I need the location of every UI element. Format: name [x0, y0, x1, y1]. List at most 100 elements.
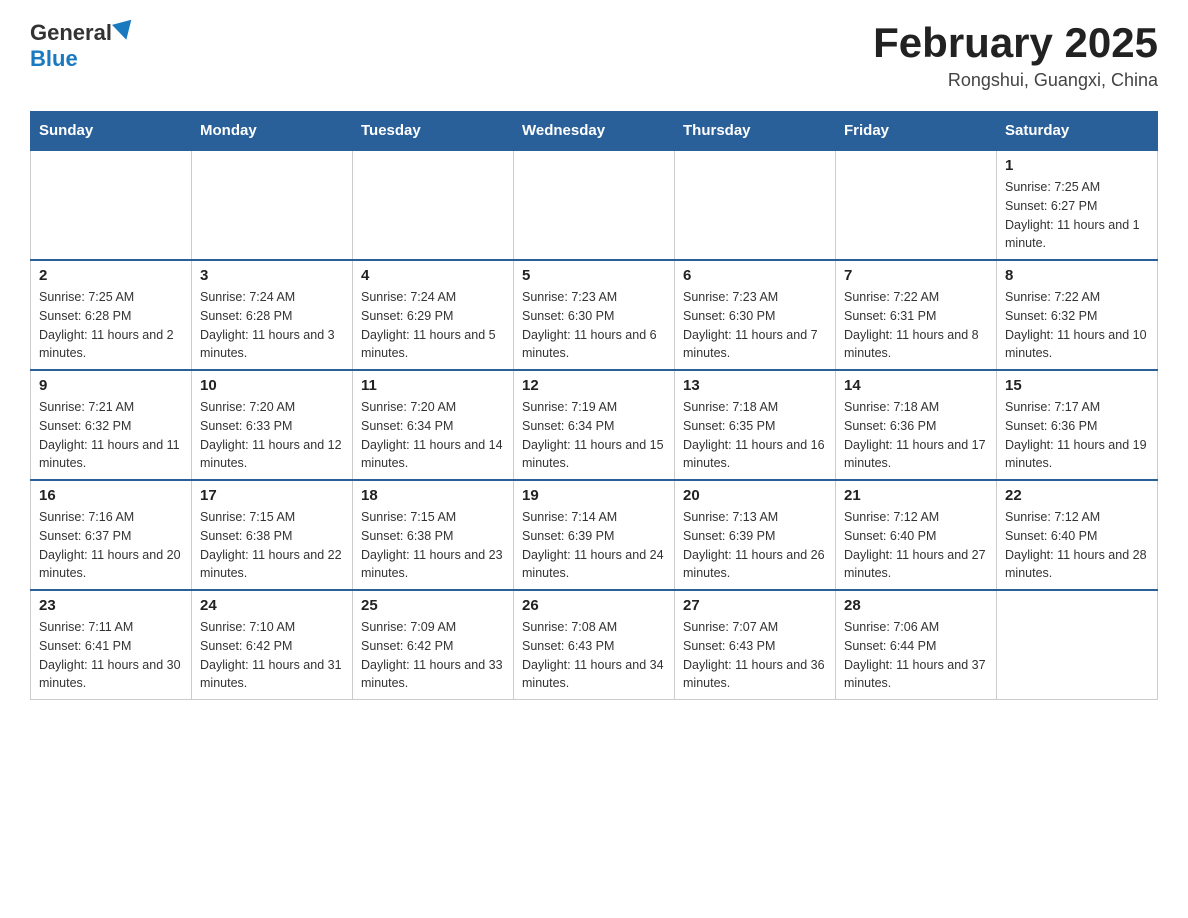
title-block: February 2025 Rongshui, Guangxi, China: [873, 20, 1158, 91]
calendar-table: SundayMondayTuesdayWednesdayThursdayFrid…: [30, 111, 1158, 700]
calendar-cell: 12 Sunrise: 7:19 AMSunset: 6:34 PMDayligh…: [514, 370, 675, 480]
day-number: 9: [39, 377, 183, 394]
day-info: Sunrise: 7:22 AMSunset: 6:32 PMDaylight:…: [1005, 288, 1149, 363]
column-header-sunday: Sunday: [31, 112, 192, 151]
calendar-cell: 28 Sunrise: 7:06 AMSunset: 6:44 PMDayligh…: [836, 590, 997, 700]
day-info: Sunrise: 7:09 AMSunset: 6:42 PMDaylight:…: [361, 618, 505, 693]
page-header: General Blue February 2025 Rongshui, Gua…: [30, 20, 1158, 91]
column-header-thursday: Thursday: [675, 112, 836, 151]
calendar-cell: [192, 150, 353, 260]
day-number: 8: [1005, 267, 1149, 284]
logo-triangle-icon: [112, 20, 136, 43]
column-header-friday: Friday: [836, 112, 997, 151]
calendar-cell: [514, 150, 675, 260]
day-number: 18: [361, 487, 505, 504]
day-info: Sunrise: 7:20 AMSunset: 6:33 PMDaylight:…: [200, 398, 344, 473]
day-info: Sunrise: 7:18 AMSunset: 6:36 PMDaylight:…: [844, 398, 988, 473]
day-number: 24: [200, 597, 344, 614]
calendar-cell: 9 Sunrise: 7:21 AMSunset: 6:32 PMDaylight…: [31, 370, 192, 480]
week-row-4: 16 Sunrise: 7:16 AMSunset: 6:37 PMDayligh…: [31, 480, 1158, 590]
week-row-2: 2Sunrise: 7:25 AMSunset: 6:28 PMDaylight…: [31, 260, 1158, 370]
calendar-cell: [675, 150, 836, 260]
day-number: 6: [683, 267, 827, 284]
calendar-cell: 17 Sunrise: 7:15 AMSunset: 6:38 PMDayligh…: [192, 480, 353, 590]
day-info: Sunrise: 7:14 AMSunset: 6:39 PMDaylight:…: [522, 508, 666, 583]
calendar-cell: 3 Sunrise: 7:24 AMSunset: 6:28 PMDaylight…: [192, 260, 353, 370]
day-number: 27: [683, 597, 827, 614]
logo-blue-text: Blue: [30, 46, 78, 71]
day-info: Sunrise: 7:25 AMSunset: 6:27 PMDaylight:…: [1005, 178, 1149, 253]
calendar-cell: 27 Sunrise: 7:07 AMSunset: 6:43 PMDayligh…: [675, 590, 836, 700]
day-number: 22: [1005, 487, 1149, 504]
column-header-saturday: Saturday: [997, 112, 1158, 151]
week-row-1: 1 Sunrise: 7:25 AMSunset: 6:27 PMDaylight…: [31, 150, 1158, 260]
day-number: 12: [522, 377, 666, 394]
day-info: Sunrise: 7:21 AMSunset: 6:32 PMDaylight:…: [39, 398, 183, 473]
calendar-cell: 24 Sunrise: 7:10 AMSunset: 6:42 PMDayligh…: [192, 590, 353, 700]
logo: General Blue: [30, 20, 134, 72]
day-info: Sunrise: 7:13 AMSunset: 6:39 PMDaylight:…: [683, 508, 827, 583]
day-info: Sunrise: 7:12 AMSunset: 6:40 PMDaylight:…: [844, 508, 988, 583]
day-number: 3: [200, 267, 344, 284]
calendar-cell: 4Sunrise: 7:24 AMSunset: 6:29 PMDaylight…: [353, 260, 514, 370]
location: Rongshui, Guangxi, China: [873, 70, 1158, 91]
day-info: Sunrise: 7:15 AMSunset: 6:38 PMDaylight:…: [200, 508, 344, 583]
day-info: Sunrise: 7:20 AMSunset: 6:34 PMDaylight:…: [361, 398, 505, 473]
calendar-cell: 15 Sunrise: 7:17 AMSunset: 6:36 PMDayligh…: [997, 370, 1158, 480]
day-info: Sunrise: 7:24 AMSunset: 6:29 PMDaylight:…: [361, 288, 505, 363]
day-info: Sunrise: 7:24 AMSunset: 6:28 PMDaylight:…: [200, 288, 344, 363]
day-info: Sunrise: 7:11 AMSunset: 6:41 PMDaylight:…: [39, 618, 183, 693]
day-info: Sunrise: 7:08 AMSunset: 6:43 PMDaylight:…: [522, 618, 666, 693]
day-number: 1: [1005, 157, 1149, 174]
day-info: Sunrise: 7:19 AMSunset: 6:34 PMDaylight:…: [522, 398, 666, 473]
week-row-5: 23Sunrise: 7:11 AMSunset: 6:41 PMDayligh…: [31, 590, 1158, 700]
calendar-cell: 21 Sunrise: 7:12 AMSunset: 6:40 PMDayligh…: [836, 480, 997, 590]
calendar-cell: 18 Sunrise: 7:15 AMSunset: 6:38 PMDayligh…: [353, 480, 514, 590]
calendar-cell: 26 Sunrise: 7:08 AMSunset: 6:43 PMDayligh…: [514, 590, 675, 700]
day-info: Sunrise: 7:12 AMSunset: 6:40 PMDaylight:…: [1005, 508, 1149, 583]
calendar-cell: 22 Sunrise: 7:12 AMSunset: 6:40 PMDayligh…: [997, 480, 1158, 590]
day-info: Sunrise: 7:18 AMSunset: 6:35 PMDaylight:…: [683, 398, 827, 473]
day-number: 5: [522, 267, 666, 284]
day-number: 14: [844, 377, 988, 394]
day-number: 10: [200, 377, 344, 394]
calendar-cell: 23Sunrise: 7:11 AMSunset: 6:41 PMDayligh…: [31, 590, 192, 700]
calendar-cell: [31, 150, 192, 260]
calendar-cell: 10 Sunrise: 7:20 AMSunset: 6:33 PMDayligh…: [192, 370, 353, 480]
calendar-cell: 25 Sunrise: 7:09 AMSunset: 6:42 PMDayligh…: [353, 590, 514, 700]
logo-general-text: General: [30, 20, 112, 46]
day-info: Sunrise: 7:15 AMSunset: 6:38 PMDaylight:…: [361, 508, 505, 583]
day-info: Sunrise: 7:23 AMSunset: 6:30 PMDaylight:…: [683, 288, 827, 363]
column-header-tuesday: Tuesday: [353, 112, 514, 151]
day-number: 15: [1005, 377, 1149, 394]
day-number: 25: [361, 597, 505, 614]
day-number: 13: [683, 377, 827, 394]
day-number: 28: [844, 597, 988, 614]
day-number: 16: [39, 487, 183, 504]
calendar-cell: 16 Sunrise: 7:16 AMSunset: 6:37 PMDayligh…: [31, 480, 192, 590]
calendar-cell: 13 Sunrise: 7:18 AMSunset: 6:35 PMDayligh…: [675, 370, 836, 480]
day-info: Sunrise: 7:07 AMSunset: 6:43 PMDaylight:…: [683, 618, 827, 693]
day-info: Sunrise: 7:16 AMSunset: 6:37 PMDaylight:…: [39, 508, 183, 583]
day-number: 21: [844, 487, 988, 504]
calendar-cell: 6 Sunrise: 7:23 AMSunset: 6:30 PMDaylight…: [675, 260, 836, 370]
calendar-cell: [836, 150, 997, 260]
day-info: Sunrise: 7:23 AMSunset: 6:30 PMDaylight:…: [522, 288, 666, 363]
calendar-cell: 14 Sunrise: 7:18 AMSunset: 6:36 PMDayligh…: [836, 370, 997, 480]
day-info: Sunrise: 7:10 AMSunset: 6:42 PMDaylight:…: [200, 618, 344, 693]
day-info: Sunrise: 7:17 AMSunset: 6:36 PMDaylight:…: [1005, 398, 1149, 473]
calendar-cell: 2Sunrise: 7:25 AMSunset: 6:28 PMDaylight…: [31, 260, 192, 370]
week-row-3: 9 Sunrise: 7:21 AMSunset: 6:32 PMDaylight…: [31, 370, 1158, 480]
column-header-wednesday: Wednesday: [514, 112, 675, 151]
day-info: Sunrise: 7:06 AMSunset: 6:44 PMDaylight:…: [844, 618, 988, 693]
calendar-cell: 1 Sunrise: 7:25 AMSunset: 6:27 PMDaylight…: [997, 150, 1158, 260]
calendar-cell: 11Sunrise: 7:20 AMSunset: 6:34 PMDayligh…: [353, 370, 514, 480]
calendar-cell: 5 Sunrise: 7:23 AMSunset: 6:30 PMDaylight…: [514, 260, 675, 370]
column-header-monday: Monday: [192, 112, 353, 151]
day-number: 26: [522, 597, 666, 614]
day-number: 17: [200, 487, 344, 504]
day-info: Sunrise: 7:22 AMSunset: 6:31 PMDaylight:…: [844, 288, 988, 363]
calendar-cell: 19Sunrise: 7:14 AMSunset: 6:39 PMDayligh…: [514, 480, 675, 590]
calendar-header-row: SundayMondayTuesdayWednesdayThursdayFrid…: [31, 112, 1158, 151]
month-title: February 2025: [873, 20, 1158, 66]
